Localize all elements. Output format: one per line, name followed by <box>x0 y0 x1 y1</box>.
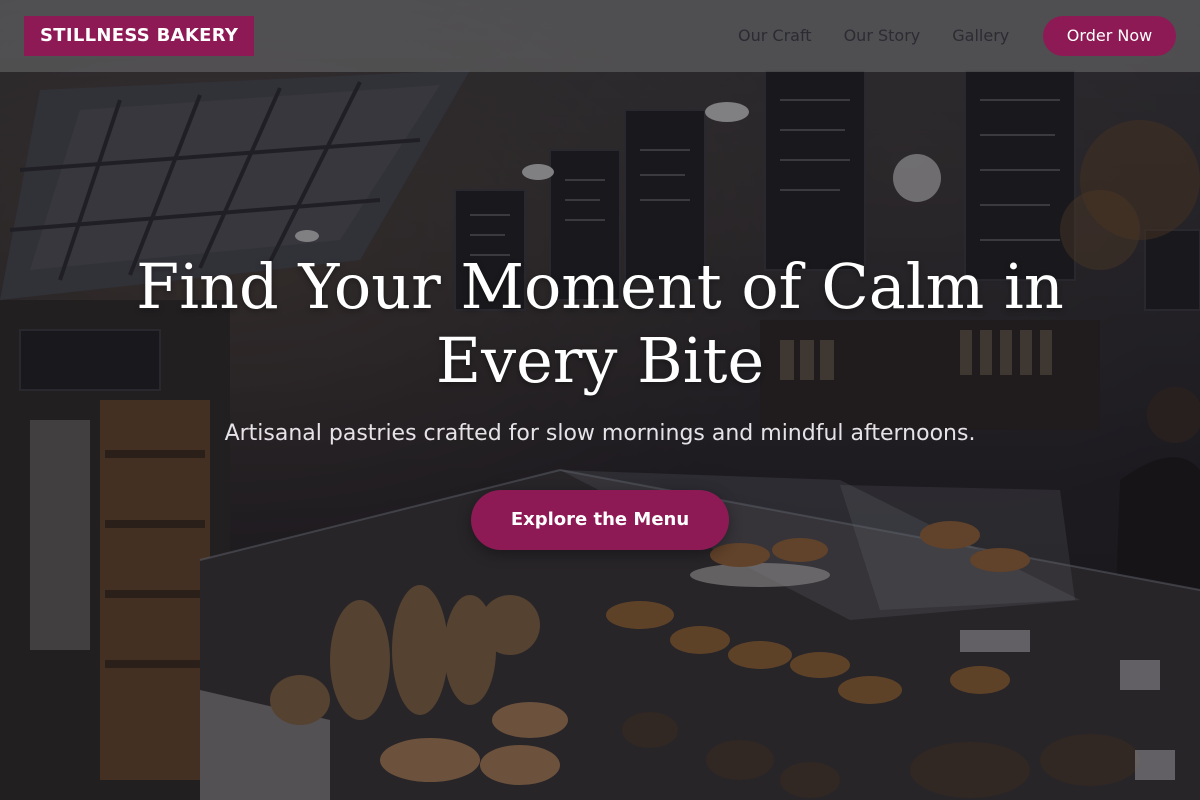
nav-link-our-story[interactable]: Our Story <box>844 24 921 48</box>
main-nav: Our Craft Our Story Gallery <box>738 24 1009 48</box>
hero-section: STILLNESS BAKERY Our Craft Our Story Gal… <box>0 0 1200 800</box>
nav-link-our-craft[interactable]: Our Craft <box>738 24 812 48</box>
dark-overlay <box>0 0 1200 800</box>
hero-headline: Find Your Moment of Calm in Every Bite <box>136 250 1064 397</box>
explore-menu-button[interactable]: Explore the Menu <box>471 490 729 550</box>
order-now-button[interactable]: Order Now <box>1043 16 1176 56</box>
nav-link-gallery[interactable]: Gallery <box>952 24 1009 48</box>
brand-logo[interactable]: STILLNESS BAKERY <box>24 16 255 56</box>
hero-subheadline: Artisanal pastries crafted for slow morn… <box>224 421 976 446</box>
site-header: STILLNESS BAKERY Our Craft Our Story Gal… <box>0 0 1200 72</box>
